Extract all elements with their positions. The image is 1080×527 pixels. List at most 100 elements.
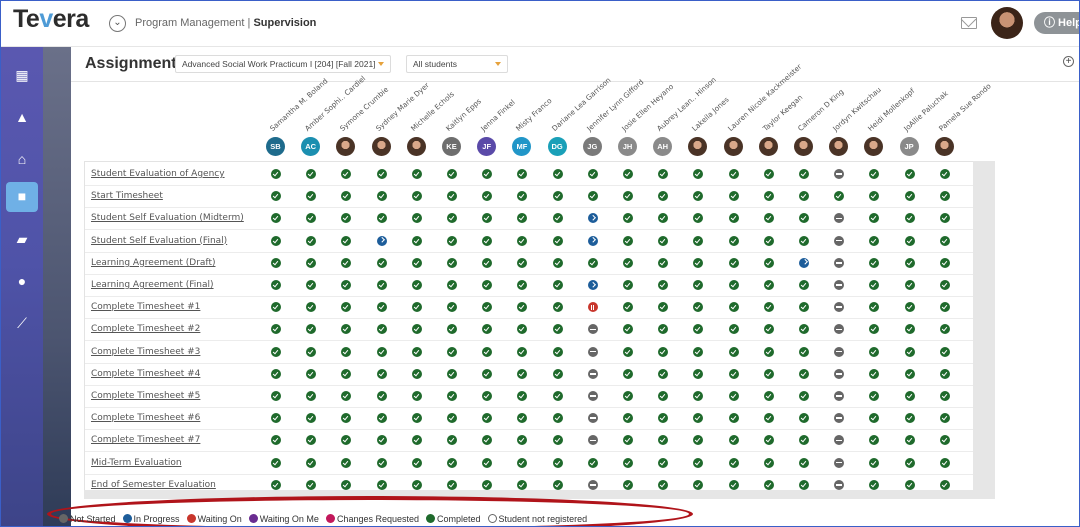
status-completed-icon[interactable] bbox=[517, 191, 528, 202]
status-completed-icon[interactable] bbox=[552, 257, 563, 268]
status-notstarted-icon[interactable] bbox=[834, 213, 845, 224]
status-completed-icon[interactable] bbox=[482, 368, 493, 379]
mail-icon[interactable] bbox=[961, 17, 977, 29]
status-completed-icon[interactable] bbox=[799, 479, 809, 490]
status-completed-icon[interactable] bbox=[482, 169, 493, 179]
student-avatar[interactable]: JF bbox=[477, 137, 497, 156]
avatar[interactable] bbox=[991, 7, 1023, 39]
student-column-header[interactable]: Sydney Marie Dyer bbox=[371, 81, 430, 161]
status-completed-icon[interactable] bbox=[376, 213, 387, 224]
help-button[interactable]: ⓘ Help bbox=[1034, 12, 1079, 34]
assignment-link[interactable]: Student Self Evaluation (Midterm) bbox=[91, 213, 244, 223]
status-completed-icon[interactable] bbox=[623, 235, 633, 246]
status-completed-icon[interactable] bbox=[517, 479, 528, 490]
status-completed-icon[interactable] bbox=[447, 280, 457, 290]
status-completed-icon[interactable] bbox=[447, 368, 457, 379]
sidebar-item-institution[interactable]: ⌂ bbox=[6, 145, 38, 175]
status-completed-icon[interactable] bbox=[447, 479, 457, 490]
status-completed-icon[interactable] bbox=[517, 213, 528, 224]
status-completed-icon[interactable] bbox=[376, 346, 387, 357]
status-completed-icon[interactable] bbox=[587, 257, 598, 268]
student-avatar[interactable] bbox=[864, 137, 884, 156]
student-column-header[interactable]: JoAllie Paluchak JP bbox=[899, 89, 949, 161]
assignment-link[interactable]: Complete Timesheet #7 bbox=[91, 435, 200, 445]
status-completed-icon[interactable] bbox=[728, 391, 739, 401]
status-completed-icon[interactable] bbox=[306, 257, 317, 268]
status-completed-icon[interactable] bbox=[904, 346, 915, 357]
student-column-header[interactable]: Jordyn Kwitschau bbox=[829, 85, 883, 161]
student-column-header[interactable]: Heidi Mollenkopf bbox=[864, 86, 917, 161]
status-completed-icon[interactable] bbox=[482, 257, 493, 268]
assignment-link[interactable]: Complete Timesheet #3 bbox=[91, 347, 200, 357]
status-completed-icon[interactable] bbox=[623, 413, 633, 424]
status-completed-icon[interactable] bbox=[517, 302, 528, 313]
status-completed-icon[interactable] bbox=[693, 235, 704, 246]
status-completed-icon[interactable] bbox=[341, 302, 352, 313]
student-column-header[interactable]: Taylor Keegan bbox=[758, 89, 804, 161]
status-notstarted-icon[interactable] bbox=[834, 324, 845, 335]
status-completed-icon[interactable] bbox=[623, 479, 633, 490]
student-avatar[interactable] bbox=[829, 137, 849, 156]
status-completed-icon[interactable] bbox=[728, 169, 739, 179]
status-completed-icon[interactable] bbox=[904, 213, 915, 224]
student-column-header[interactable]: Jenna Finkel JF bbox=[477, 89, 517, 161]
status-completed-icon[interactable] bbox=[939, 435, 950, 446]
status-completed-icon[interactable] bbox=[763, 191, 774, 202]
status-completed-icon[interactable] bbox=[341, 346, 352, 357]
status-completed-icon[interactable] bbox=[904, 324, 915, 335]
status-completed-icon[interactable] bbox=[306, 435, 317, 446]
status-completed-icon[interactable] bbox=[693, 457, 704, 468]
status-completed-icon[interactable] bbox=[799, 368, 809, 379]
status-completed-icon[interactable] bbox=[658, 302, 669, 313]
status-completed-icon[interactable] bbox=[341, 368, 352, 379]
status-completed-icon[interactable] bbox=[728, 413, 739, 424]
status-completed-icon[interactable] bbox=[623, 457, 633, 468]
status-inprogress-icon[interactable] bbox=[587, 213, 598, 224]
status-completed-icon[interactable] bbox=[693, 324, 704, 335]
add-circle-icon[interactable]: + bbox=[1063, 56, 1074, 67]
status-completed-icon[interactable] bbox=[306, 302, 317, 313]
status-completed-icon[interactable] bbox=[623, 213, 633, 224]
student-avatar[interactable] bbox=[794, 137, 813, 156]
student-avatar[interactable] bbox=[371, 137, 391, 156]
status-completed-icon[interactable] bbox=[517, 457, 528, 468]
status-completed-icon[interactable] bbox=[869, 235, 880, 246]
status-completed-icon[interactable] bbox=[482, 435, 493, 446]
status-completed-icon[interactable] bbox=[517, 235, 528, 246]
status-completed-icon[interactable] bbox=[482, 391, 493, 401]
status-completed-icon[interactable] bbox=[869, 413, 880, 424]
status-notstarted-icon[interactable] bbox=[587, 324, 598, 335]
status-completed-icon[interactable] bbox=[869, 457, 880, 468]
status-completed-icon[interactable] bbox=[658, 391, 669, 401]
student-column-header[interactable]: Lakeila Jones bbox=[688, 89, 731, 161]
status-completed-icon[interactable] bbox=[904, 413, 915, 424]
student-column-header[interactable]: Michelle Echols bbox=[406, 89, 456, 161]
status-completed-icon[interactable] bbox=[623, 324, 633, 335]
status-completed-icon[interactable] bbox=[482, 457, 493, 468]
status-notstarted-icon[interactable] bbox=[587, 368, 598, 379]
status-completed-icon[interactable] bbox=[411, 191, 422, 202]
status-completed-icon[interactable] bbox=[376, 413, 387, 424]
status-completed-icon[interactable] bbox=[623, 257, 633, 268]
status-completed-icon[interactable] bbox=[658, 280, 669, 290]
status-completed-icon[interactable] bbox=[376, 391, 387, 401]
student-avatar[interactable]: KE bbox=[442, 137, 461, 156]
student-avatar[interactable]: JP bbox=[899, 137, 919, 156]
status-completed-icon[interactable] bbox=[658, 413, 669, 424]
status-completed-icon[interactable] bbox=[869, 257, 880, 268]
student-column-header[interactable]: Dariane Lea Garrison DG bbox=[547, 75, 612, 161]
assignment-link[interactable]: Learning Agreement (Draft) bbox=[91, 258, 215, 268]
status-completed-icon[interactable] bbox=[728, 191, 739, 202]
status-inprogress-icon[interactable] bbox=[587, 280, 598, 290]
status-notstarted-icon[interactable] bbox=[834, 391, 845, 401]
status-completed-icon[interactable] bbox=[341, 413, 352, 424]
status-completed-icon[interactable] bbox=[447, 257, 457, 268]
status-completed-icon[interactable] bbox=[271, 302, 281, 313]
status-completed-icon[interactable] bbox=[447, 302, 457, 313]
assignment-link[interactable]: Mid-Term Evaluation bbox=[91, 458, 182, 468]
status-completed-icon[interactable] bbox=[271, 457, 281, 468]
status-completed-icon[interactable] bbox=[939, 368, 950, 379]
status-completed-icon[interactable] bbox=[517, 413, 528, 424]
status-notstarted-icon[interactable] bbox=[587, 391, 598, 401]
status-completed-icon[interactable] bbox=[482, 324, 493, 335]
